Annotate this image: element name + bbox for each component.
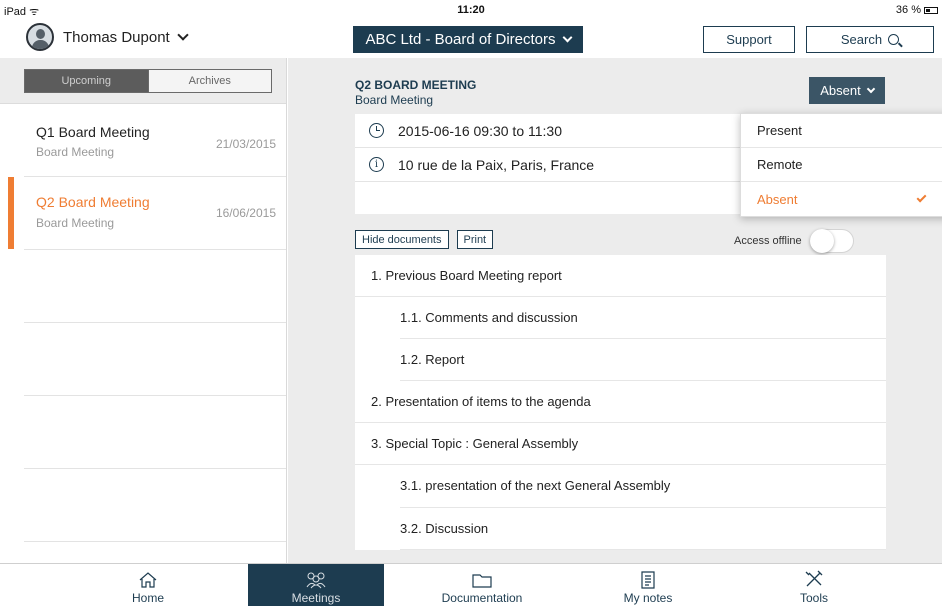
- empty-row: [24, 323, 286, 396]
- user-menu[interactable]: Thomas Dupont: [26, 23, 189, 51]
- offline-toggle[interactable]: [809, 229, 854, 253]
- meeting-subheading: Board Meeting: [355, 93, 434, 107]
- battery-icon: [924, 6, 938, 14]
- tab-my-notes[interactable]: My notes: [580, 564, 716, 606]
- agenda-subitem[interactable]: 1.1. Comments and discussion: [400, 297, 886, 339]
- attendance-dropdown: Present Remote Absent: [740, 113, 942, 217]
- print-button[interactable]: Print: [456, 230, 494, 249]
- segment-bar: Upcoming Archives: [0, 58, 286, 104]
- agenda-subitem[interactable]: 3.2. Discussion: [400, 508, 886, 550]
- empty-row: [24, 469, 286, 542]
- meeting-date: 21/03/2015: [215, 137, 276, 151]
- clock: 11:20: [457, 4, 485, 16]
- people-icon: [306, 572, 326, 589]
- attendance-option-absent[interactable]: Absent: [741, 182, 942, 216]
- meeting-list-panel: Upcoming Archives Q1 Board Meeting Board…: [0, 58, 287, 563]
- meeting-title: Q2 Board Meeting: [36, 194, 150, 210]
- tab-home[interactable]: Home: [80, 564, 216, 606]
- meeting-datetime: 2015-06-16 09:30 to 11:30: [398, 122, 562, 139]
- top-header: Thomas Dupont ABC Ltd - Board of Directo…: [0, 20, 942, 58]
- battery-status: 36 %: [896, 4, 938, 16]
- tools-icon: [805, 570, 823, 587]
- agenda-item[interactable]: 3. Special Topic : General Assembly: [355, 423, 886, 465]
- offline-setting: Access offline: [734, 229, 854, 253]
- tab-upcoming[interactable]: Upcoming: [25, 70, 148, 92]
- checkmark-icon: [916, 192, 927, 203]
- meeting-heading: Q2 BOARD MEETING: [355, 78, 477, 92]
- attendance-option-present[interactable]: Present: [741, 114, 942, 148]
- info-icon: i: [369, 157, 384, 172]
- empty-row: [24, 396, 286, 469]
- status-bar: iPad ᯤ 11:20 36 %: [0, 0, 942, 20]
- chevron-down-icon: [866, 84, 875, 93]
- document-actions: Hide documents Print: [355, 230, 494, 249]
- meeting-title: Q1 Board Meeting: [36, 124, 150, 140]
- agenda-subitem[interactable]: 1.2. Report: [400, 339, 886, 381]
- agenda-item[interactable]: 2. Presentation of items to the agenda: [355, 381, 886, 423]
- meeting-item-q2[interactable]: Q2 Board Meeting Board Meeting 16/06/201…: [8, 177, 286, 250]
- user-name: Thomas Dupont: [63, 28, 170, 46]
- toggle-knob: [809, 229, 834, 253]
- tab-documentation[interactable]: Documentation: [414, 564, 550, 606]
- folder-icon: [472, 574, 492, 588]
- chevron-down-icon: [562, 32, 572, 43]
- search-button[interactable]: Search: [806, 26, 934, 53]
- segmented-control: Upcoming Archives: [24, 69, 272, 93]
- meeting-date: 16/06/2015: [215, 206, 276, 220]
- bottom-tab-bar: Home Meetings Documentation My notes Too…: [0, 563, 942, 606]
- tab-archives[interactable]: Archives: [147, 70, 271, 92]
- agenda-list: 1. Previous Board Meeting report 1.1. Co…: [355, 255, 886, 550]
- avatar: [26, 23, 54, 51]
- attendance-option-remote[interactable]: Remote: [741, 148, 942, 182]
- clock-icon: [369, 123, 384, 138]
- meeting-item-q1[interactable]: Q1 Board Meeting Board Meeting 21/03/201…: [24, 104, 286, 177]
- meeting-type: Board Meeting: [36, 145, 115, 159]
- meeting-location: 10 rue de la Paix, Paris, France: [398, 156, 595, 173]
- tab-tools[interactable]: Tools: [746, 564, 882, 606]
- home-icon: [139, 572, 157, 588]
- search-icon: [888, 34, 900, 45]
- support-button[interactable]: Support: [703, 26, 795, 53]
- attendance-button[interactable]: Absent: [809, 77, 885, 104]
- meeting-type: Board Meeting: [36, 216, 115, 230]
- chevron-down-icon: [177, 29, 189, 41]
- board-selector[interactable]: ABC Ltd - Board of Directors: [353, 26, 583, 53]
- empty-row: [24, 250, 286, 323]
- offline-label: Access offline: [734, 235, 802, 247]
- agenda-item[interactable]: 1. Previous Board Meeting report: [355, 255, 886, 297]
- agenda-subitem[interactable]: 3.1. presentation of the next General As…: [400, 465, 886, 508]
- hide-documents-button[interactable]: Hide documents: [355, 230, 449, 249]
- tab-meetings[interactable]: Meetings: [248, 564, 384, 606]
- notes-icon: [641, 571, 655, 589]
- board-name: ABC Ltd - Board of Directors: [365, 31, 556, 48]
